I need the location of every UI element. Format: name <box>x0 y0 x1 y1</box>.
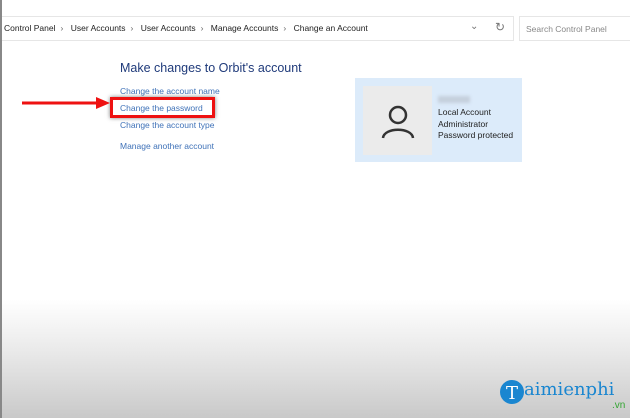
red-arrow-icon <box>22 97 110 109</box>
search-input[interactable]: Search Control Panel <box>519 16 630 41</box>
logo-t-icon: T <box>500 380 524 404</box>
breadcrumb: Control Panel › User Accounts › User Accou… <box>4 23 368 33</box>
logo-text: aimienphi <box>524 379 615 400</box>
page-title: Make changes to Orbit's account <box>120 61 302 75</box>
chevron-right-icon: › <box>130 23 134 33</box>
avatar <box>363 86 432 155</box>
account-name-blurred <box>438 96 470 103</box>
svg-text:T: T <box>506 383 518 404</box>
change-account-name-link[interactable]: Change the account name <box>120 86 220 96</box>
change-account-type-link[interactable]: Change the account type <box>120 120 215 130</box>
breadcrumb-item[interactable]: Change an Account <box>294 23 368 33</box>
breadcrumb-item[interactable]: User Accounts <box>71 23 126 33</box>
account-role: Administrator <box>438 118 489 129</box>
chevron-right-icon: › <box>200 23 204 33</box>
account-type: Local Account <box>438 107 491 117</box>
chevron-right-icon: › <box>60 23 64 33</box>
address-bar[interactable]: Control Panel › User Accounts › User Accou… <box>2 16 514 41</box>
chevron-right-icon: › <box>283 23 287 33</box>
control-panel-window: Control Panel › User Accounts › User Accou… <box>0 0 630 418</box>
manage-another-account-link[interactable]: Manage another account <box>120 141 214 151</box>
breadcrumb-item[interactable]: User Accounts <box>141 23 196 33</box>
watermark-logo: T aimienphi .vn <box>498 378 625 411</box>
breadcrumb-item[interactable]: Manage Accounts <box>211 23 279 33</box>
user-icon <box>381 105 415 139</box>
account-card: Local Account Administrator Password pro… <box>355 78 522 162</box>
chevron-down-icon[interactable]: ⌄ <box>470 21 478 32</box>
highlight-box <box>110 97 215 118</box>
breadcrumb-item[interactable]: Control Panel <box>4 23 56 33</box>
logo-suffix: .vn <box>612 400 626 411</box>
password-status: Password protected <box>438 130 514 140</box>
refresh-icon[interactable]: ↻ <box>495 20 505 34</box>
